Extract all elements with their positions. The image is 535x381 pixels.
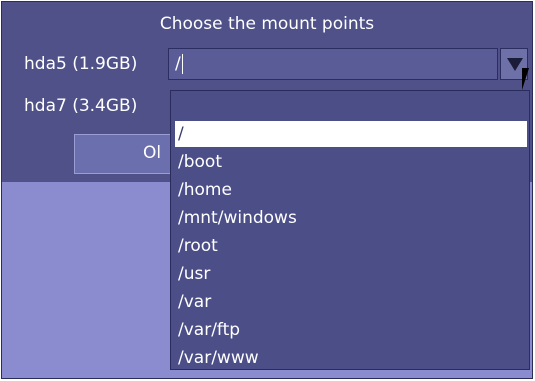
dropdown-option-root-dir[interactable]: /root	[175, 233, 527, 259]
mouse-cursor-icon	[522, 68, 529, 90]
partition-label-hda7: hda7 (3.4GB)	[24, 96, 138, 116]
dropdown-option-home[interactable]: /home	[175, 177, 527, 203]
dropdown-option-var-ftp[interactable]: /var/ftp	[175, 317, 527, 343]
mount-point-dropdown-list[interactable]: / /boot /home /mnt/windows /root /usr /v…	[170, 90, 530, 370]
ok-button[interactable]: Ol	[74, 134, 174, 174]
ok-button-label: Ol	[143, 143, 162, 163]
dropdown-option-root[interactable]: /	[175, 121, 527, 147]
partition-label-hda5: hda5 (1.9GB)	[24, 54, 138, 74]
dropdown-option-var-www[interactable]: /var/www	[175, 345, 527, 371]
dropdown-option-empty[interactable]	[175, 93, 527, 119]
mount-point-combo-value[interactable]: /	[175, 54, 183, 74]
mount-points-dialog: Choose the mount points hda5 (1.9GB) / h…	[1, 1, 533, 379]
dropdown-option-usr[interactable]: /usr	[175, 261, 527, 287]
dropdown-option-boot[interactable]: /boot	[175, 149, 527, 175]
chevron-down-icon	[507, 58, 523, 71]
dialog-title: Choose the mount points	[159, 14, 375, 34]
mount-point-combo-hda5[interactable]: /	[168, 48, 498, 80]
dropdown-option-mnt-windows[interactable]: /mnt/windows	[175, 205, 527, 231]
dropdown-option-var[interactable]: /var	[175, 289, 527, 315]
